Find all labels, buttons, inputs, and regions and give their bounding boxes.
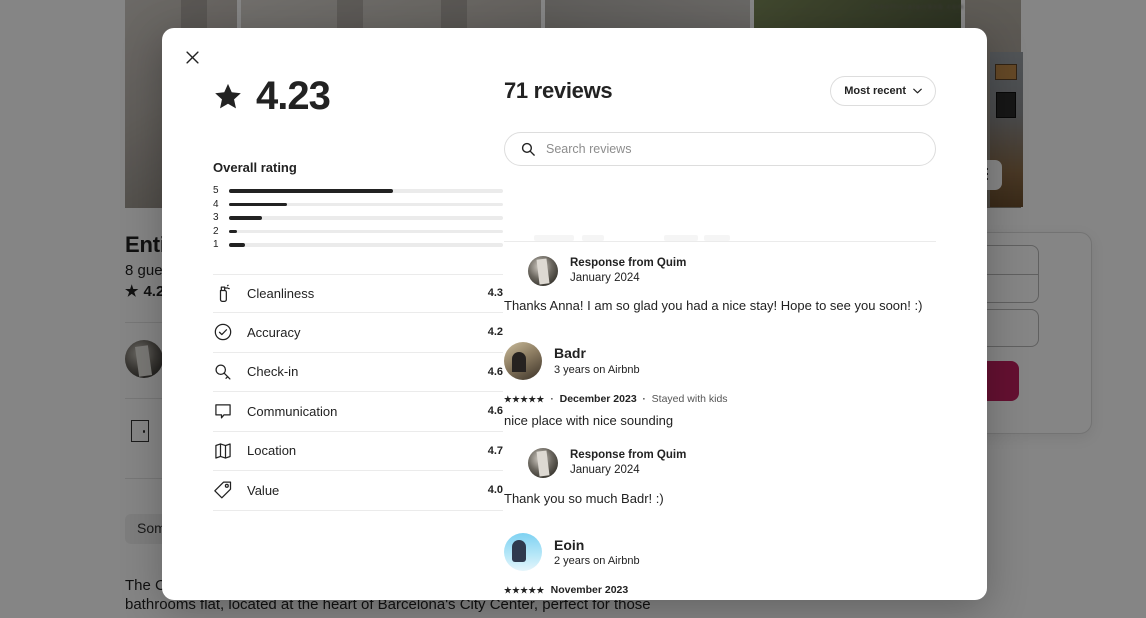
review-response: Response from Quim January 2024 Thank yo… (504, 448, 959, 508)
category-name: Accuracy (247, 324, 301, 340)
category-name: Check-in (247, 364, 299, 380)
reviewer-row: Badr 3 years on Airbnb (504, 342, 959, 381)
avatar[interactable] (528, 256, 558, 287)
spray-bottle-icon (213, 283, 247, 303)
category-ratings-list: Cleanliness 4.3 Accuracy 4.2 Check-in 4.… (213, 273, 503, 511)
category-name: Location (247, 443, 297, 459)
search-icon (521, 142, 535, 156)
response-author: Response from Quim (570, 257, 687, 269)
review-date: November 2023 (550, 584, 629, 597)
review-item: Eoin 2 years on Airbnb ★★★★★ November 20… (504, 533, 959, 600)
meta-separator: · (642, 394, 646, 405)
rating-distribution-chart: 5 4 3 2 1 (213, 184, 503, 252)
reviewer-tenure: 2 years on Airbnb (554, 555, 640, 568)
review-item: Badr 3 years on Airbnb ★★★★★ · December … (504, 342, 959, 508)
category-row-location: Location 4.7 (213, 432, 503, 471)
close-icon[interactable] (176, 41, 208, 73)
reviews-list[interactable]: Response from Quim January 2024 Thanks A… (504, 227, 959, 600)
speech-bubble-icon (213, 401, 247, 421)
rating-bar-row: 5 (213, 184, 503, 198)
review-text: nice place with nice sounding (504, 413, 674, 429)
category-name: Communication (247, 403, 338, 419)
rating-bar-label: 2 (213, 225, 219, 237)
reviewer-name: Eoin (554, 536, 585, 553)
response-date: January 2024 (570, 271, 640, 284)
rating-bar-label: 3 (213, 212, 219, 224)
category-score: 4.3 (487, 287, 503, 300)
rating-bar-label: 1 (213, 239, 219, 251)
star-rating: ★★★★★ (504, 393, 545, 404)
category-row-communication: Communication 4.6 (213, 392, 503, 432)
chevron-down-icon (913, 88, 922, 94)
rating-bar-row: 1 (213, 238, 503, 252)
review-trip-type: Stayed with kids (651, 393, 728, 406)
reviews-modal: 4.23 Overall rating 5 4 3 2 1 Cleanlines… (162, 28, 987, 600)
reviews-panel: 71 reviews Most recent Search reviews Re… (504, 76, 987, 600)
rating-bar-track (229, 189, 503, 193)
rating-bar-label: 5 (213, 185, 219, 197)
star-icon (215, 83, 241, 108)
overall-rating-display: 4.23 (213, 76, 503, 116)
category-row-cleanliness: Cleanliness 4.3 (213, 273, 503, 313)
sort-dropdown[interactable]: Most recent (830, 76, 936, 106)
response-date: January 2024 (570, 464, 640, 477)
clipped-review-remnant (504, 227, 959, 241)
category-name: Cleanliness (247, 285, 315, 301)
rating-bar-track (229, 243, 503, 247)
star-rating: ★★★★★ (504, 584, 545, 595)
category-row-accuracy: Accuracy 4.2 (213, 313, 503, 353)
category-row-value: Value 4.0 (213, 471, 503, 511)
rating-bar-row: 4 (213, 198, 503, 212)
check-circle-icon (213, 322, 247, 342)
category-score: 4.7 (487, 444, 503, 457)
map-icon (213, 441, 247, 461)
category-score: 4.0 (487, 484, 503, 497)
category-score: 4.2 (487, 326, 503, 339)
overall-rating-label: Overall rating (213, 160, 297, 175)
avatar[interactable] (528, 448, 558, 479)
reviewer-row: Eoin 2 years on Airbnb (504, 533, 959, 572)
category-score: 4.6 (487, 365, 503, 378)
rating-bar-row: 3 (213, 211, 503, 225)
rating-bar-track (229, 216, 503, 220)
response-author: Response from Quim (570, 449, 687, 462)
overall-rating-value: 4.23 (256, 74, 331, 118)
review-response: Response from Quim January 2024 Thanks A… (504, 256, 959, 316)
avatar[interactable] (504, 342, 542, 381)
rating-bar-track (229, 229, 503, 233)
rating-bar-row: 2 (213, 225, 503, 239)
review-meta: ★★★★★ · December 2023 · Stayed with kids (504, 393, 959, 405)
reviews-count: 71 reviews (504, 78, 613, 103)
response-text: Thanks Anna! I am so glad you had a nice… (504, 298, 923, 314)
avatar[interactable] (504, 533, 542, 572)
response-author-row: Response from Quim January 2024 (528, 256, 959, 287)
response-text: Thank you so much Badr! :) (504, 490, 664, 506)
key-icon (213, 362, 247, 382)
tag-icon (213, 480, 247, 500)
category-row-checkin: Check-in 4.6 (213, 353, 503, 392)
search-input[interactable] (546, 142, 919, 156)
category-name: Value (247, 482, 280, 498)
ratings-summary-panel: 4.23 Overall rating 5 4 3 2 1 Cleanlines… (213, 76, 503, 511)
category-score: 4.6 (487, 405, 503, 418)
meta-separator: · (550, 394, 554, 405)
reviewer-tenure: 3 years on Airbnb (554, 363, 640, 376)
divider (504, 241, 936, 242)
review-date: December 2023 (559, 393, 637, 406)
rating-bar-label: 4 (213, 198, 219, 210)
sort-dropdown-label: Most recent (844, 85, 906, 97)
review-meta: ★★★★★ November 2023 (504, 584, 959, 596)
reviewer-name: Badr (554, 345, 586, 362)
reviews-header: 71 reviews Most recent (504, 76, 936, 106)
rating-bar-track (229, 202, 503, 206)
search-reviews-box[interactable] (504, 132, 936, 166)
response-author-row: Response from Quim January 2024 (528, 448, 959, 479)
